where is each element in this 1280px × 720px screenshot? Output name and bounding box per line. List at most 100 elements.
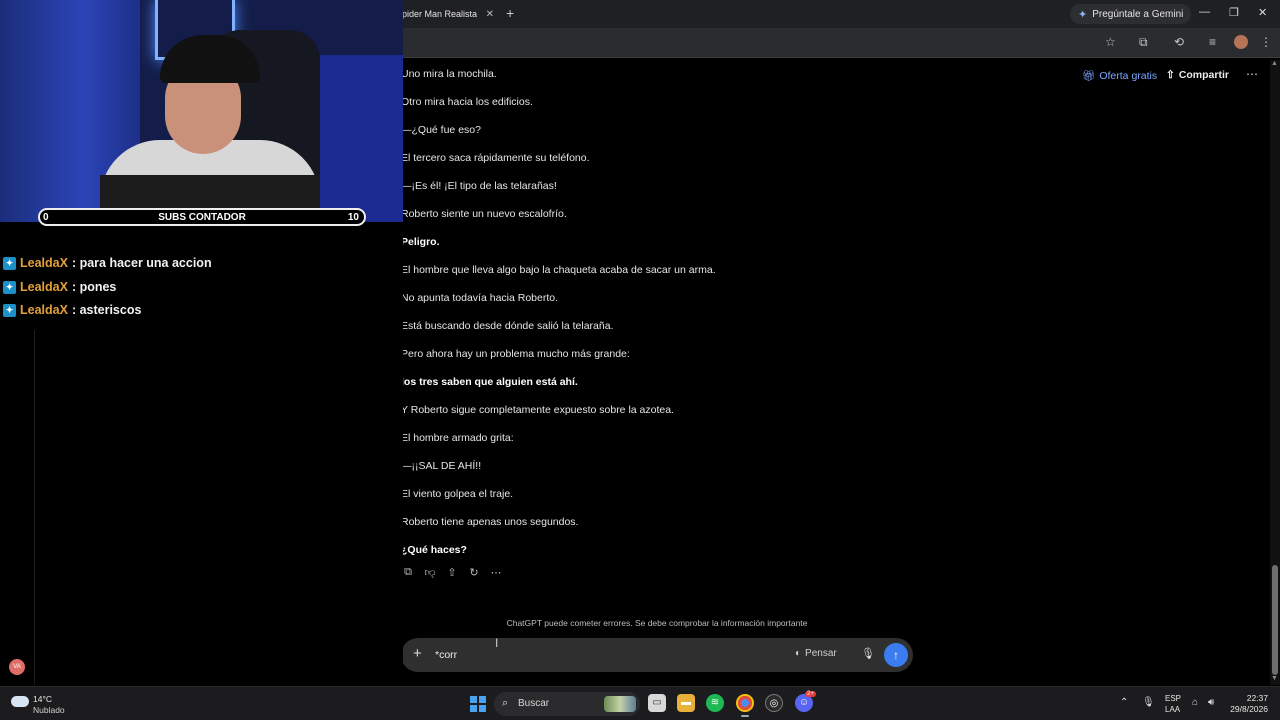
story-line: Roberto siente un nuevo escalofrío. [401, 208, 567, 220]
story-line: Otro mira hacia los edificios. [401, 96, 533, 108]
story-line: Pero ahora hay un problema mucho más gra… [401, 348, 630, 360]
share-button[interactable]: ⇧ Compartir [1166, 69, 1229, 81]
story-line: Roberto tiene apenas unos segundos. [401, 516, 579, 528]
story-line: los tres saben que alguien está ahí. [401, 376, 578, 388]
scrollbar-thumb[interactable] [1272, 565, 1278, 675]
assistant-message: Uno mira la mochila. Otro mira hacia los … [401, 66, 1061, 570]
scroll-down-icon[interactable]: ▼ [1271, 675, 1278, 682]
subs-counter-title: SUBS CONTADOR [158, 212, 246, 223]
browser-menu-icon[interactable]: ⋮ [1260, 35, 1272, 49]
bookmark-star-icon[interactable]: ☆ [1105, 35, 1116, 49]
profile-avatar[interactable] [1234, 35, 1248, 49]
taskbar-search-label: Buscar [518, 698, 550, 709]
spotify-icon[interactable]: ≋ [706, 694, 724, 712]
extensions-icon[interactable]: ⧉ [1139, 35, 1148, 50]
chrome-icon[interactable] [736, 694, 754, 712]
ask-gemini-button[interactable]: ✦ Pregúntale a Gemini [1070, 4, 1192, 24]
windows-start-icon[interactable] [470, 696, 486, 712]
chat-message: ✦ LealdaX : pones [3, 280, 116, 294]
task-view-icon[interactable]: ▭ [648, 694, 666, 712]
think-button[interactable]: ◐ Pensar [795, 648, 837, 659]
taskbar-search[interactable]: ⌕ Buscar [494, 692, 640, 716]
message-actions: ⧉ 👎︎ ⇧ ↻ ⋯ [401, 566, 503, 582]
network-icon[interactable]: ⌂ [1192, 697, 1198, 708]
cloud-icon[interactable] [11, 696, 29, 707]
screen: pider Man Realista ✕ + ✦ Pregúntale a Ge… [0, 0, 1280, 720]
microphone-icon[interactable]: 🎙︎ [861, 647, 875, 660]
tab-close-icon[interactable]: ✕ [486, 9, 494, 20]
scroll-up-icon[interactable]: ▲ [1271, 60, 1278, 67]
think-label: Pensar [805, 648, 837, 659]
think-bulb-icon: ◐ [795, 648, 802, 659]
chat-message: ✦ LealdaX : asteriscos [3, 303, 141, 317]
maximize-button[interactable]: ❐ [1229, 6, 1239, 19]
copy-icon[interactable]: ⧉ [401, 566, 415, 582]
webcam-overlay [0, 0, 403, 222]
story-line: —¡Es él! ¡El tipo de las telarañas! [401, 180, 557, 192]
clock-date[interactable]: 29/8/2026 [1218, 704, 1268, 714]
weather-temperature[interactable]: 14°C [33, 694, 52, 704]
tab-title: pider Man Realista [402, 9, 478, 19]
search-icon: ⌕ [502, 697, 509, 709]
more-message-options-icon[interactable]: ⋯ [489, 566, 503, 582]
share-message-icon[interactable]: ⇧ [445, 566, 459, 582]
message-input[interactable] [435, 646, 775, 664]
prime-badge-icon: ✦ [3, 256, 16, 270]
chat-text: : para hacer una accion [71, 256, 212, 270]
close-window-button[interactable]: ✕ [1258, 6, 1267, 19]
taskbar [0, 686, 1280, 720]
media-controls-icon[interactable]: ≡ [1209, 35, 1216, 49]
tray-microphone-icon[interactable]: 🎙︎ [1142, 697, 1155, 708]
clock-time[interactable]: 22:37 [1228, 693, 1268, 703]
share-label: Compartir [1178, 69, 1229, 81]
obs-icon[interactable]: ◎ [765, 694, 783, 712]
story-line: —¡¡SAL DE AHÍ!! [401, 460, 482, 472]
text-cursor-icon: I [495, 636, 499, 650]
more-options-icon[interactable]: ⋯ [1246, 67, 1259, 81]
page-scrollbar[interactable] [1270, 60, 1280, 685]
ask-gemini-label: Pregúntale a Gemini [1092, 8, 1184, 20]
history-icon[interactable]: ⟲ [1174, 35, 1184, 49]
file-explorer-icon[interactable]: ▬ [677, 694, 695, 712]
search-highlight-image [604, 696, 636, 712]
story-line: Uno mira la mochila. [401, 68, 497, 80]
chat-text: : pones [71, 280, 117, 294]
new-tab-button[interactable]: + [506, 5, 514, 21]
story-line: Y Roberto sigue completamente expuesto s… [401, 404, 674, 416]
story-line: Está buscando desde dónde salió la telar… [401, 320, 614, 332]
story-line: El hombre que lleva algo bajo la chaquet… [401, 264, 716, 276]
send-button[interactable]: ↑ [884, 643, 908, 667]
story-line: —¿Qué fue eso? [401, 124, 481, 136]
subs-counter-bar: 0 SUBS CONTADOR 10 [38, 208, 366, 226]
gift-icon: 🎁︎ [1082, 70, 1096, 82]
gemini-sparkle-icon: ✦ [1078, 8, 1088, 21]
keyboard-layout-indicator[interactable]: LAA [1165, 705, 1180, 714]
chat-username: LealdaX [20, 256, 68, 270]
free-offer-button[interactable]: 🎁︎ Oferta gratis [1082, 69, 1157, 83]
chat-message: ✦ LealdaX : para hacer una accion [3, 256, 212, 270]
prime-badge-icon: ✦ [3, 280, 16, 294]
subs-max-value: 10 [347, 212, 359, 223]
regenerate-icon[interactable]: ↻ [467, 566, 481, 582]
thumbs-down-icon[interactable]: 👎︎ [423, 566, 437, 582]
discord-notification-badge: 2+ [805, 691, 816, 697]
story-line: El viento golpea el traje. [401, 488, 514, 500]
chat-username: LealdaX [20, 280, 68, 294]
language-indicator[interactable]: ESP [1165, 694, 1181, 703]
chat-divider [34, 330, 35, 685]
disclaimer-text: ChatGPT puede cometer errores. Se debe c… [506, 618, 808, 628]
story-line: Peligro. [401, 236, 440, 248]
message-composer: + ◐ Pensar 🎙︎ ↑ [401, 638, 913, 672]
story-line: No apunta todavía hacia Roberto. [401, 292, 559, 304]
attach-plus-button[interactable]: + [413, 645, 422, 662]
share-icon: ⇧ [1166, 69, 1175, 81]
volume-icon[interactable]: 🔊︎ [1208, 697, 1214, 708]
webcam-wall-right [320, 55, 403, 222]
tray-chevron-icon[interactable]: ⌃ [1120, 697, 1128, 708]
minimize-button[interactable]: — [1199, 6, 1210, 18]
weather-description[interactable]: Nublado [33, 705, 65, 715]
chrome-active-indicator [741, 715, 749, 717]
chat-user-avatar: VA [9, 659, 25, 675]
browser-tab[interactable]: pider Man Realista ✕ [396, 3, 500, 25]
story-line: El hombre armado grita: [401, 432, 514, 444]
